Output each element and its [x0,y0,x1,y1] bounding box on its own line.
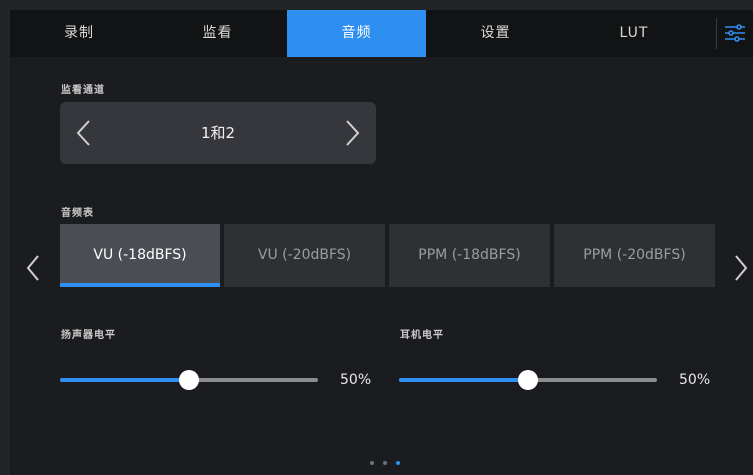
slider-fill [60,378,189,382]
page-indicator [370,461,410,469]
tab-audio[interactable]: 音频 [287,10,426,57]
headphone-level-label: 耳机电平 [400,330,444,341]
monitor-channel-value: 1和2 [200,124,236,142]
meter-option-vu-20[interactable]: VU (-20dBFS) [224,224,385,287]
page-dot [383,461,387,465]
audio-meter-label: 音频表 [61,208,94,219]
meter-option-ppm-18[interactable]: PPM (-18dBFS) [389,224,550,287]
slider-knob[interactable] [179,370,199,390]
tab-monitor[interactable]: 监看 [148,10,287,57]
meter-option-label: VU (-18dBFS) [93,247,187,263]
slider-knob[interactable] [518,370,538,390]
speaker-level-slider[interactable] [60,368,318,392]
selected-indicator [60,283,220,287]
chevron-left-icon[interactable] [24,253,42,283]
tab-setup[interactable]: 设置 [426,10,565,57]
monitor-channel-selector: 1和2 [60,102,376,164]
page-dot [396,461,400,465]
chevron-left-icon[interactable] [74,119,94,147]
tab-divider [716,18,717,49]
speaker-level-label: 扬声器电平 [61,330,116,341]
settings-sliders-icon[interactable] [724,22,746,44]
slider-fill [399,378,528,382]
monitor-channel-label: 监看通道 [61,85,105,96]
audio-settings-screen: 录制 监看 音频 设置 LUT 监看通道 1和2 音频表 VU (-18dBFS… [10,10,753,475]
speaker-level-value: 50% [340,372,372,388]
meter-option-label: VU (-20dBFS) [257,247,352,263]
chevron-right-icon[interactable] [342,119,362,147]
headphone-level-slider[interactable] [399,368,657,392]
tab-lut[interactable]: LUT [565,10,703,57]
chevron-right-icon[interactable] [732,253,750,283]
page-dot [370,461,374,465]
tab-bar: 录制 监看 音频 设置 LUT [10,10,753,57]
meter-option-label: PPM (-20dBFS) [583,247,686,263]
meter-option-ppm-20[interactable]: PPM (-20dBFS) [554,224,715,287]
tab-record[interactable]: 录制 [10,10,148,57]
meter-option-vu-18[interactable]: VU (-18dBFS) [60,224,220,287]
meter-option-label: PPM (-18dBFS) [418,247,521,263]
headphone-level-value: 50% [679,372,711,388]
